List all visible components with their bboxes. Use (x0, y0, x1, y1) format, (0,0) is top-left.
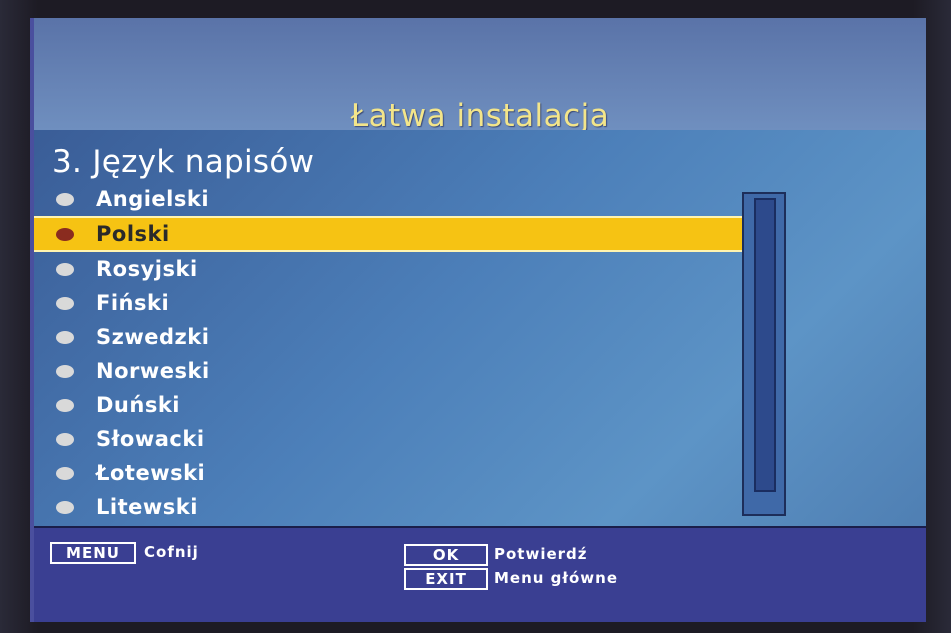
language-label: Łotewski (96, 461, 206, 485)
menu-key-badge: MENU (50, 542, 136, 564)
exit-key-badge: EXIT (404, 568, 488, 590)
menu-key-label: Cofnij (144, 543, 199, 561)
language-label: Duński (96, 393, 180, 417)
language-option-litewski[interactable]: Litewski (34, 490, 774, 524)
radio-bullet-icon (56, 500, 74, 514)
ok-key-badge: OK (404, 544, 488, 566)
radio-bullet-selected-icon (56, 227, 74, 241)
language-option-norweski[interactable]: Norweski (34, 354, 774, 388)
list-scrollbar[interactable] (742, 192, 786, 516)
language-label: Fiński (96, 291, 170, 315)
radio-bullet-icon (56, 296, 74, 310)
language-option-angielski[interactable]: Angielski (34, 182, 774, 216)
language-option-szwedzki[interactable]: Szwedzki (34, 320, 774, 354)
language-label: Norweski (96, 359, 210, 383)
language-label: Słowacki (96, 427, 205, 451)
tv-bezel: Łatwa instalacja 3. Język napisów Angiel… (0, 0, 951, 633)
footer-key-legend: MENU Cofnij OK Potwierdź EXIT Menu główn… (34, 526, 926, 622)
content-area: 3. Język napisów Angielski Polski Rosyjs… (34, 130, 926, 526)
language-label: Szwedzki (96, 325, 210, 349)
radio-bullet-icon (56, 398, 74, 412)
language-option-slowacki[interactable]: Słowacki (34, 422, 774, 456)
radio-bullet-icon (56, 364, 74, 378)
header-band: Łatwa instalacja (34, 18, 926, 134)
language-option-dunski[interactable]: Duński (34, 388, 774, 422)
language-option-polski[interactable]: Polski (34, 216, 761, 252)
language-option-rosyjski[interactable]: Rosyjski (34, 252, 774, 286)
radio-bullet-icon (56, 262, 74, 276)
language-label: Polski (96, 222, 170, 246)
exit-key-label: Menu główne (494, 569, 618, 587)
section-title: 3. Język napisów (52, 144, 315, 180)
ok-key-label: Potwierdź (494, 545, 588, 563)
language-label: Litewski (96, 495, 198, 519)
radio-bullet-icon (56, 192, 74, 206)
scrollbar-thumb[interactable] (754, 198, 776, 492)
language-option-lotewski[interactable]: Łotewski (34, 456, 774, 490)
radio-bullet-icon (56, 466, 74, 480)
language-option-finski[interactable]: Fiński (34, 286, 774, 320)
radio-bullet-icon (56, 330, 74, 344)
radio-bullet-icon (56, 432, 74, 446)
screen-title: Łatwa instalacja (350, 98, 610, 134)
tv-screen: Łatwa instalacja 3. Język napisów Angiel… (30, 18, 926, 622)
language-label: Rosyjski (96, 257, 198, 281)
language-list: Angielski Polski Rosyjski Fiński Szwedzk… (34, 182, 774, 524)
language-label: Angielski (96, 187, 210, 211)
